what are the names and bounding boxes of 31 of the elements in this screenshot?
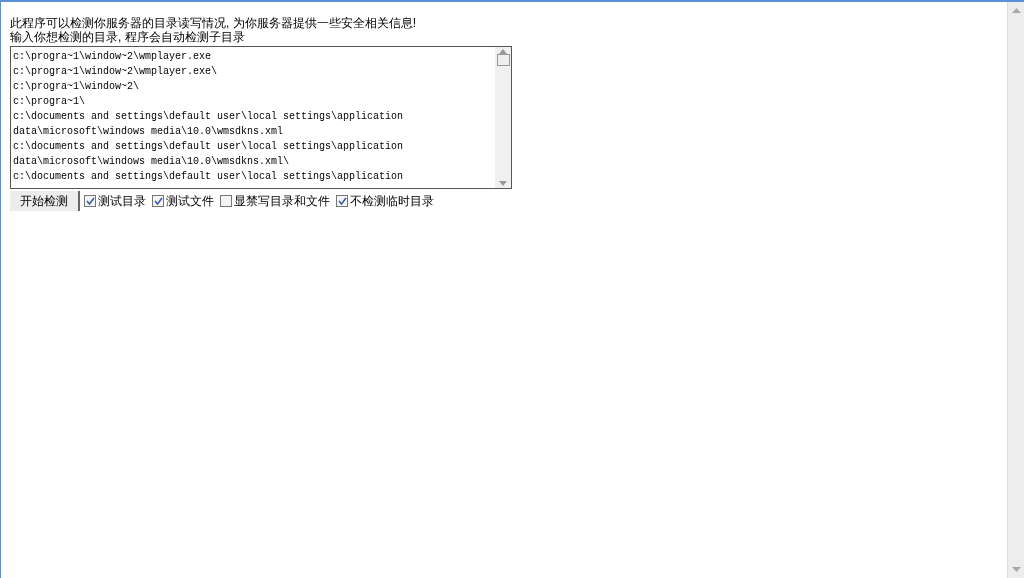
checkbox[interactable]	[220, 195, 232, 207]
path-line: c:\progra~1\window~2\wmplayer.exe	[13, 50, 212, 64]
checkbox-label[interactable]: 显禁写目录和文件	[234, 192, 330, 210]
path-line: c:\documents and settings\default user\local settings\application	[13, 170, 404, 184]
down-arrow-icon[interactable]	[1011, 567, 1021, 572]
up-arrow-icon[interactable]	[1011, 8, 1021, 13]
path-line: data\microsoft\windows media\10.0\wmsdkns.xml	[13, 125, 284, 139]
up-arrow-icon[interactable]	[499, 49, 507, 54]
checkbox[interactable]	[152, 195, 164, 207]
check-icon	[85, 197, 95, 205]
path-line: data\microsoft\windows media\10.0\wmsdkns.xml\	[13, 155, 290, 169]
intro-text: 输入你想检测的目录, 程序会自动检测子目录	[10, 30, 245, 44]
checkbox-label[interactable]: 测试文件	[166, 192, 214, 210]
path-line: c:\progra~1\window~2\wmplayer.exe\	[13, 65, 218, 79]
checkbox[interactable]	[84, 195, 96, 207]
path-text-area[interactable]	[10, 46, 512, 189]
check-icon	[337, 197, 347, 205]
path-line: c:\progra~1\	[13, 95, 85, 109]
start-button[interactable]: 开始检测	[10, 191, 80, 211]
path-line: c:\documents and settings\default user\local settings\application	[13, 110, 404, 124]
path-line: c:\progra~1\window~2\	[13, 80, 140, 94]
scroll-thumb[interactable]	[496, 53, 510, 66]
check-icon	[153, 197, 163, 205]
checkbox[interactable]	[336, 195, 348, 207]
page-scrollbar[interactable]	[1007, 2, 1024, 578]
checkbox-label[interactable]: 测试目录	[98, 192, 146, 210]
scrollbar[interactable]	[495, 47, 511, 188]
down-arrow-icon[interactable]	[499, 181, 507, 186]
path-line: c:\documents and settings\default user\local settings\application	[13, 140, 404, 154]
checkbox-label[interactable]: 不检测临时目录	[350, 192, 434, 210]
intro-text: 此程序可以检测你服务器的目录读写情况, 为你服务器提供一些安全相关信息!	[10, 16, 416, 30]
